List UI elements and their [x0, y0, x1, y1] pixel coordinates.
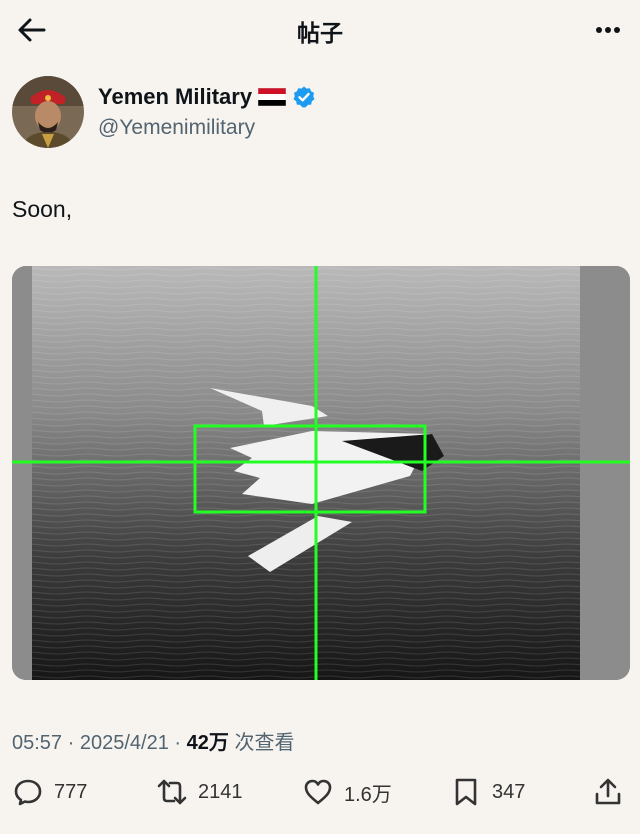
bookmark-icon — [455, 778, 477, 806]
post-meta: 05:57 · 2025/4/21 · 42万 次查看 — [12, 726, 294, 755]
yemen-flag-icon — [257, 87, 287, 107]
like-count: 1.6万 — [344, 783, 392, 806]
post-text: Soon, — [12, 196, 73, 222]
post-media-image[interactable] — [12, 266, 630, 680]
bookmark-count: 347 — [492, 780, 526, 803]
views-count: 42万 — [186, 732, 229, 754]
bookmark-button[interactable]: 347 — [450, 776, 525, 808]
repost-button[interactable]: 2141 — [156, 776, 243, 808]
like-button[interactable]: 1.6万 — [302, 776, 392, 808]
author-name[interactable]: Yemen Military — [98, 84, 252, 110]
reply-count: 777 — [54, 780, 88, 803]
post-date: 2025/4/21 — [79, 732, 169, 754]
reply-icon — [14, 779, 42, 806]
heart-icon — [304, 779, 332, 805]
views-label: 次查看 — [234, 732, 295, 754]
more-options-icon[interactable] — [590, 12, 626, 48]
meta-separator: · — [67, 732, 75, 754]
avatar[interactable] — [12, 76, 84, 148]
action-bar: 777 2141 1.6万 347 — [12, 776, 628, 816]
meta-separator: · — [174, 732, 182, 754]
top-bar: 帖子 — [0, 0, 640, 58]
share-button[interactable] — [592, 776, 624, 808]
repost-icon — [157, 779, 187, 805]
page-title: 帖子 — [297, 20, 343, 46]
share-icon — [595, 778, 621, 805]
author-handle[interactable]: @Yemenimilitary — [98, 116, 255, 140]
verified-badge-icon — [292, 85, 316, 109]
post-time: 05:57 — [12, 732, 63, 754]
reply-button[interactable]: 777 — [12, 776, 87, 808]
post-author: Yemen Military @Yemenimilitary — [12, 76, 612, 152]
repost-count: 2141 — [198, 780, 243, 803]
